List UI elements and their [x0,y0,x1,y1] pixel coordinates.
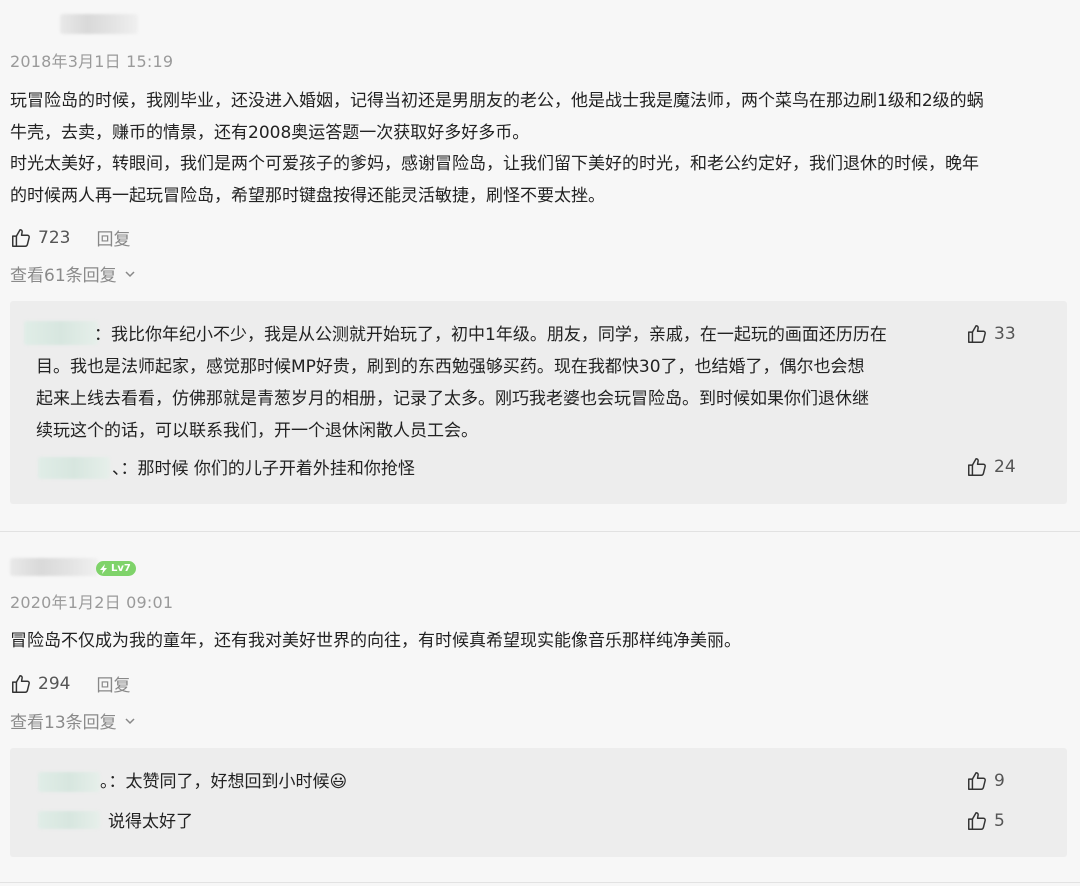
view-replies-link[interactable]: 查看13条回复 [10,708,137,733]
badge-label: Lv7 [111,563,131,574]
thumbs-up-icon [968,772,986,790]
reply-line-text: 、：那时候 你们的儿子开着外挂和你抢怪 [112,459,415,479]
divider [0,531,1080,532]
comment-body: 玩冒险岛的时候，我刚毕业，还没进入婚姻，记得当初还是男朋友的老公，他是战士我是魔… [10,86,1072,212]
reply-button[interactable]: 回复 [96,671,130,696]
reply-like-button[interactable]: 9 [966,770,1005,792]
comment-body: 冒险岛不仅成为我的童年，还有我对美好世界的向往，有时候真希望现实能像音乐那样纯净… [10,626,1072,658]
replies-box: ：我比你年纪小不少，我是从公测就开始玩了，初中1年级。朋友，同学，亲戚，在一起玩… [10,301,1067,504]
like-count: 723 [38,227,71,248]
comment-line: 冒险岛不仅成为我的童年，还有我对美好世界的向往，有时候真希望现实能像音乐那样纯净… [10,631,741,651]
chevron-down-icon [125,717,135,724]
reply-like-count: 33 [994,324,1016,344]
comment-line: 牛壳，去卖，赚币的情景，还有2008奥运答题一次获取好多好多币。 [10,122,530,143]
comment-line: 的时候两人再一起玩冒险岛，希望那时键盘按得还能灵活敏捷，刷怪不要太挫。 [10,185,605,206]
reply-body: ：我比你年纪小不少，我是从公测就开始玩了，初中1年级。朋友，同学，亲戚，在一起玩… [36,319,956,447]
reply-line-text: 说得太好了 [108,812,193,832]
view-replies-label: 查看61条回复 [10,266,117,286]
reply-like-button[interactable]: 33 [966,323,1016,345]
comment-actions: 294 回复 [10,671,130,696]
thumbs-up-icon [12,228,30,247]
level-badge: Lv7 [96,561,136,576]
comment-date: 2020年1月2日 09:01 [10,593,174,612]
reply-username-blurred[interactable] [38,772,100,792]
reply-username-blurred[interactable] [38,811,100,829]
reply-body: 。：太赞同了，好想回到小时候😃 [100,766,347,798]
reply-line-text: ：我比你年纪小不少，我是从公测就开始玩了，初中1年级。朋友，同学，亲戚，在一起玩… [94,325,887,345]
view-replies-link[interactable]: 查看61条回复 [10,261,137,286]
reply-like-button[interactable]: 5 [966,810,1005,832]
reply-body: 说得太好了 [108,806,193,838]
reply-button[interactable]: 回复 [96,225,130,250]
reply-line: ：我比你年纪小不少，我是从公测就开始玩了，初中1年级。朋友，同学，亲戚，在一起玩… [36,319,956,351]
thumbs-up-icon [12,674,30,693]
username-blurred[interactable] [10,558,98,576]
reply-like-button[interactable]: 24 [966,456,1016,478]
reply-line: 目。我也是法师起家，感觉那时候MP好贵，刷到的东西勉强够买药。现在我都快30了，… [36,357,865,377]
comment-date: 2018年3月1日 15:19 [10,52,174,71]
comment-actions: 723 回复 [10,225,130,250]
chevron-down-icon [125,270,135,277]
reply-line: 续玩这个的话，可以联系我们，开一个退休闲散人员工会。 [36,421,478,441]
reply-like-count: 5 [994,811,1005,831]
thumbs-up-icon [968,325,986,343]
comment-line: 玩冒险岛的时候，我刚毕业，还没进入婚姻，记得当初还是男朋友的老公，他是战士我是魔… [10,91,984,111]
reply-username-blurred[interactable] [38,457,110,479]
reply-body: 、：那时候 你们的儿子开着外挂和你抢怪 [112,453,415,485]
comment-line: 时光太美好，转眼间，我们是两个可爱孩子的爹妈，感谢冒险岛，让我们留下美好的时光，… [10,154,979,174]
reply-line-text: 。：太赞同了，好想回到小时候😃 [100,772,348,792]
like-count: 294 [38,673,71,694]
replies-box: 。：太赞同了，好想回到小时候😃 9 说得太好了 5 [10,748,1067,857]
username-blurred[interactable] [60,14,138,34]
lightning-icon [100,563,107,574]
reply-like-count: 9 [994,771,1005,791]
divider [0,882,1080,883]
like-button[interactable]: 723 [10,227,70,249]
thumbs-up-icon [968,458,986,476]
reply-line: 起来上线去看看，仿佛那就是青葱岁月的相册，记录了太多。刚巧我老婆也会玩冒险岛。到… [36,389,869,409]
like-button[interactable]: 294 [10,673,70,695]
thumbs-up-icon [968,812,986,830]
view-replies-label: 查看13条回复 [10,713,117,733]
reply-like-count: 24 [994,457,1016,477]
